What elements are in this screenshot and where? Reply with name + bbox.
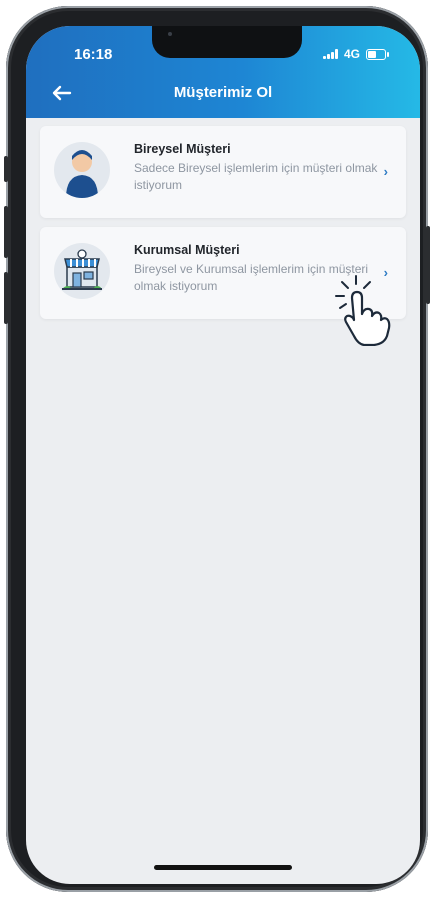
power-button <box>426 226 430 304</box>
option-title: Kurumsal Müşteri <box>134 243 240 257</box>
battery-icon <box>366 48 389 60</box>
screen: 16:18 4G Müşterimiz Ol Bireysel Müşteri … <box>26 26 420 884</box>
volume-down-button <box>4 272 8 324</box>
storefront-icon <box>54 243 110 299</box>
option-card-individual[interactable]: Bireysel Müşteri Sadece Bireysel işlemle… <box>40 126 406 218</box>
network-label: 4G <box>343 47 360 61</box>
signal-icon <box>322 49 338 59</box>
app-header: 16:18 4G Müşterimiz Ol <box>26 26 420 118</box>
option-description: Sadece Bireysel işlemlerim için müşteri … <box>134 161 378 192</box>
tap-hand-icon <box>335 275 391 346</box>
status-time: 16:18 <box>74 46 113 63</box>
notch <box>152 26 302 58</box>
home-indicator[interactable] <box>154 865 292 870</box>
option-title: Bireysel Müşteri <box>134 142 231 156</box>
phone-frame: 16:18 4G Müşterimiz Ol Bireysel Müşteri … <box>4 6 430 892</box>
mute-switch <box>4 156 8 182</box>
chevron-right-icon: › <box>383 164 388 179</box>
page-title: Müşterimiz Ol <box>173 84 273 101</box>
volume-up-button <box>4 206 8 258</box>
person-icon <box>54 142 110 198</box>
status-indicators: 4G <box>322 47 389 61</box>
